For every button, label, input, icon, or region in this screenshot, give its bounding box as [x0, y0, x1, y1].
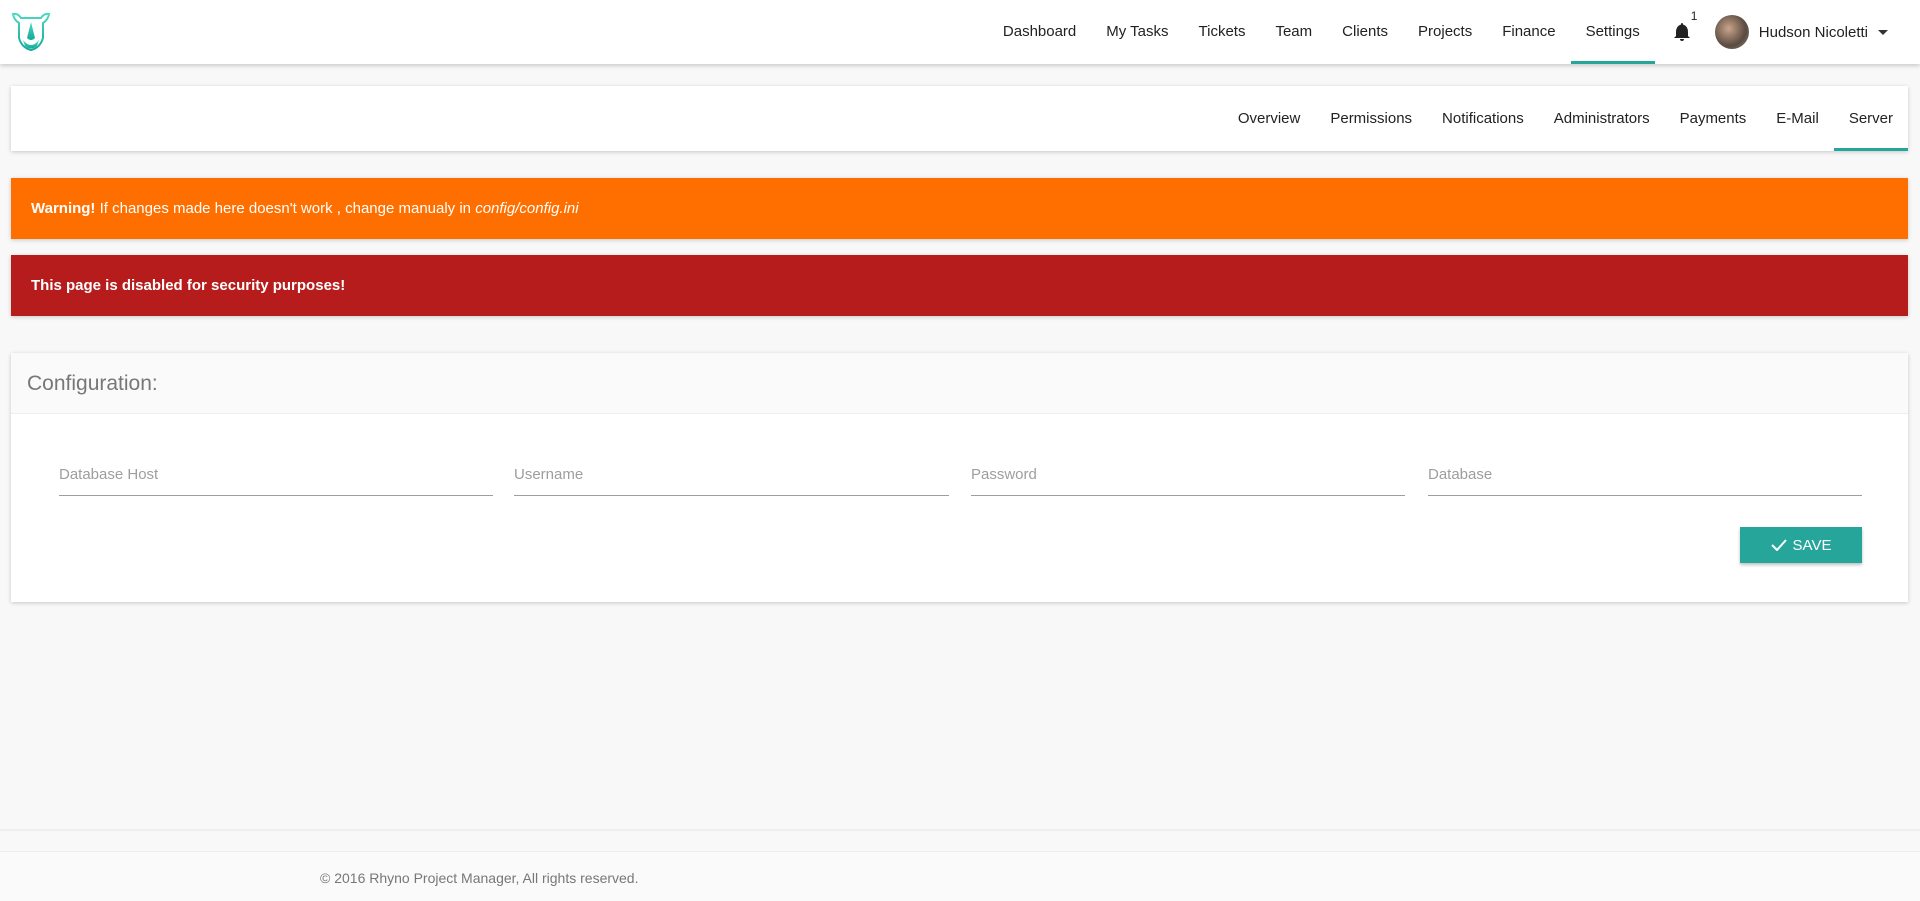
nav-settings[interactable]: Settings: [1570, 0, 1655, 64]
save-button[interactable]: Save: [1740, 527, 1862, 563]
nav-finance[interactable]: Finance: [1487, 0, 1570, 64]
database-host-field[interactable]: [59, 456, 493, 496]
security-alert: This page is disabled for security purpo…: [11, 255, 1908, 316]
tab-payments[interactable]: Payments: [1665, 86, 1762, 151]
configuration-card: Configuration: Save: [11, 353, 1908, 602]
database-host-input[interactable]: [59, 456, 493, 483]
tab-notifications[interactable]: Notifications: [1427, 86, 1539, 151]
username-input[interactable]: [514, 456, 949, 483]
nav-clients[interactable]: Clients: [1327, 0, 1403, 64]
nav-tickets[interactable]: Tickets: [1184, 0, 1261, 64]
database-input[interactable]: [1428, 456, 1862, 483]
bell-icon: [1673, 23, 1690, 41]
user-name: Hudson Nicoletti: [1758, 23, 1868, 41]
notification-count: 1: [1690, 9, 1698, 23]
warning-alert: Warning! If changes made here doesn't wo…: [11, 178, 1908, 239]
password-input[interactable]: [971, 456, 1405, 483]
password-field[interactable]: [971, 456, 1405, 496]
username-field[interactable]: [514, 456, 949, 496]
nav-projects[interactable]: Projects: [1403, 0, 1487, 64]
tab-permissions[interactable]: Permissions: [1315, 86, 1427, 151]
tab-server[interactable]: Server: [1833, 86, 1909, 151]
notifications-button[interactable]: 1: [1663, 0, 1703, 64]
database-field[interactable]: [1428, 456, 1862, 496]
divider: [0, 829, 1920, 831]
card-title: Configuration:: [11, 353, 1908, 414]
settings-tabs: Overview Permissions Notifications Admin…: [11, 86, 1909, 151]
nav-my-tasks[interactable]: My Tasks: [1091, 0, 1183, 64]
caret-down-icon: [1878, 29, 1888, 35]
config-path: config/config.ini: [475, 200, 579, 217]
copyright-text: © 2016 Rhyno Project Manager, All rights…: [320, 870, 639, 886]
footer: © 2016 Rhyno Project Manager, All rights…: [0, 851, 1920, 901]
nav-dashboard[interactable]: Dashboard: [988, 0, 1091, 64]
tab-overview[interactable]: Overview: [1223, 86, 1316, 151]
user-menu[interactable]: Hudson Nicoletti: [1714, 15, 1920, 49]
tab-administrators[interactable]: Administrators: [1539, 86, 1665, 151]
warning-text: If changes made here doesn't work , chan…: [95, 200, 476, 217]
save-label: Save: [1792, 536, 1832, 554]
check-icon: [1770, 539, 1787, 551]
top-navbar: Dashboard My Tasks Tickets Team Clients …: [0, 0, 1920, 64]
warning-label: Warning!: [31, 200, 96, 217]
avatar: [1714, 15, 1749, 49]
nav-team[interactable]: Team: [1260, 0, 1327, 64]
rhino-logo-icon[interactable]: [10, 10, 52, 52]
tab-email[interactable]: E-Mail: [1761, 86, 1834, 151]
